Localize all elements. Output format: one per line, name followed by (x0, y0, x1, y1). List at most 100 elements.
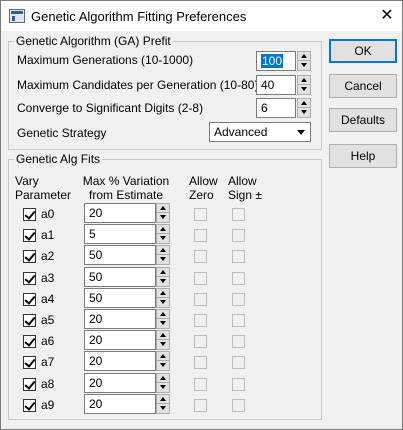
vary-checkbox[interactable] (23, 356, 36, 369)
parameter-label: a4 (41, 292, 55, 306)
spin-down-icon[interactable] (157, 213, 169, 222)
help-button[interactable]: Help (329, 144, 397, 168)
variation-spinner[interactable] (156, 309, 170, 329)
spin-down-icon[interactable] (157, 319, 169, 328)
converge-label: Converge to Significant Digits (2-8) (17, 101, 204, 115)
vary-checkbox[interactable] (23, 208, 36, 221)
max-candidates-label: Maximum Candidates per Generation (10-80… (17, 78, 259, 92)
spin-up-icon[interactable] (298, 52, 310, 61)
parameter-label: a3 (41, 271, 55, 285)
variation-spinner[interactable] (156, 245, 170, 265)
variation-field[interactable]: 20 (84, 351, 156, 371)
spin-up-icon[interactable] (298, 99, 310, 108)
max-generations-field[interactable]: 100 (256, 51, 296, 71)
spin-up-icon[interactable] (157, 352, 169, 361)
vary-checkbox[interactable] (23, 250, 36, 263)
allow-sign-checkbox (232, 229, 245, 242)
vary-checkbox[interactable] (23, 335, 36, 348)
converge-field[interactable]: 6 (256, 98, 296, 118)
allow-sign-checkbox (232, 335, 245, 348)
header-allow-zero: Allow Zero (189, 174, 218, 202)
spin-down-icon[interactable] (298, 85, 310, 94)
vary-checkbox[interactable] (23, 399, 36, 412)
app-window-icon (9, 9, 25, 23)
variation-field[interactable]: 50 (84, 267, 156, 287)
allow-sign-checkbox (232, 314, 245, 327)
allow-sign-checkbox (232, 250, 245, 263)
variation-spinner[interactable] (156, 394, 170, 414)
parameter-label: a5 (41, 313, 55, 327)
spin-down-icon[interactable] (157, 361, 169, 370)
allow-zero-checkbox (194, 250, 207, 263)
variation-spinner[interactable] (156, 224, 170, 244)
variation-spinner[interactable] (156, 351, 170, 371)
vary-checkbox[interactable] (23, 229, 36, 242)
variation-field[interactable]: 50 (84, 288, 156, 308)
spin-down-icon[interactable] (157, 234, 169, 243)
variation-field[interactable]: 20 (84, 330, 156, 350)
spin-down-icon[interactable] (157, 255, 169, 264)
title-bar[interactable]: Genetic Algorithm Fitting Preferences ✕ (1, 1, 402, 31)
variation-spinner[interactable] (156, 267, 170, 287)
vary-checkbox[interactable] (23, 378, 36, 391)
converge-spinner[interactable] (297, 98, 311, 118)
parameter-label: a6 (41, 334, 55, 348)
variation-spinner[interactable] (156, 330, 170, 350)
variation-field[interactable]: 20 (84, 309, 156, 329)
spin-up-icon[interactable] (157, 374, 169, 383)
variation-spinner[interactable] (156, 203, 170, 223)
allow-sign-checkbox (232, 399, 245, 412)
parameter-label: a1 (41, 228, 55, 242)
spin-up-icon[interactable] (157, 204, 169, 213)
allow-sign-checkbox (232, 378, 245, 391)
ok-button[interactable]: OK (329, 39, 397, 63)
variation-spinner[interactable] (156, 373, 170, 393)
spin-up-icon[interactable] (157, 289, 169, 298)
vary-checkbox[interactable] (23, 293, 36, 306)
allow-zero-checkbox (194, 272, 207, 285)
vary-checkbox[interactable] (23, 272, 36, 285)
spin-up-icon[interactable] (298, 76, 310, 85)
parameter-label: a9 (41, 398, 55, 412)
spin-up-icon[interactable] (157, 225, 169, 234)
allow-zero-checkbox (194, 293, 207, 306)
spin-up-icon[interactable] (157, 246, 169, 255)
defaults-button[interactable]: Defaults (329, 108, 397, 132)
genetic-strategy-value: Advanced (214, 125, 268, 139)
spin-down-icon[interactable] (157, 383, 169, 392)
spin-down-icon[interactable] (157, 298, 169, 307)
spin-down-icon[interactable] (157, 340, 169, 349)
variation-field[interactable]: 5 (84, 224, 156, 244)
max-candidates-field[interactable]: 40 (256, 75, 296, 95)
spin-up-icon[interactable] (157, 331, 169, 340)
variation-field[interactable]: 20 (84, 373, 156, 393)
parameter-label: a7 (41, 355, 55, 369)
variation-field[interactable]: 20 (84, 203, 156, 223)
spin-up-icon[interactable] (157, 395, 169, 404)
max-candidates-spinner[interactable] (297, 75, 311, 95)
parameter-label: a0 (41, 207, 55, 221)
spin-down-icon[interactable] (298, 61, 310, 70)
variation-spinner[interactable] (156, 288, 170, 308)
header-allow-sign: Allow Sign ± (228, 174, 262, 202)
allow-sign-checkbox (232, 272, 245, 285)
spin-up-icon[interactable] (157, 268, 169, 277)
genetic-strategy-select[interactable]: Advanced (209, 122, 311, 142)
vary-checkbox[interactable] (23, 314, 36, 327)
genetic-strategy-label: Genetic Strategy (17, 126, 107, 140)
variation-field[interactable]: 20 (84, 394, 156, 414)
fits-group-title: Genetic Alg Fits (14, 152, 103, 166)
max-generations-label: Maximum Generations (10-1000) (17, 53, 194, 67)
cancel-button[interactable]: Cancel (329, 74, 397, 98)
spin-down-icon[interactable] (157, 277, 169, 286)
header-vary-parameter: Vary Parameter (15, 174, 72, 202)
chevron-down-icon[interactable] (293, 123, 310, 141)
allow-zero-checkbox (194, 356, 207, 369)
close-icon[interactable]: ✕ (375, 5, 399, 27)
variation-field[interactable]: 50 (84, 245, 156, 265)
spin-down-icon[interactable] (298, 108, 310, 117)
spin-down-icon[interactable] (157, 404, 169, 413)
max-generations-spinner[interactable] (297, 51, 311, 71)
spin-up-icon[interactable] (157, 310, 169, 319)
parameter-label: a8 (41, 377, 55, 391)
